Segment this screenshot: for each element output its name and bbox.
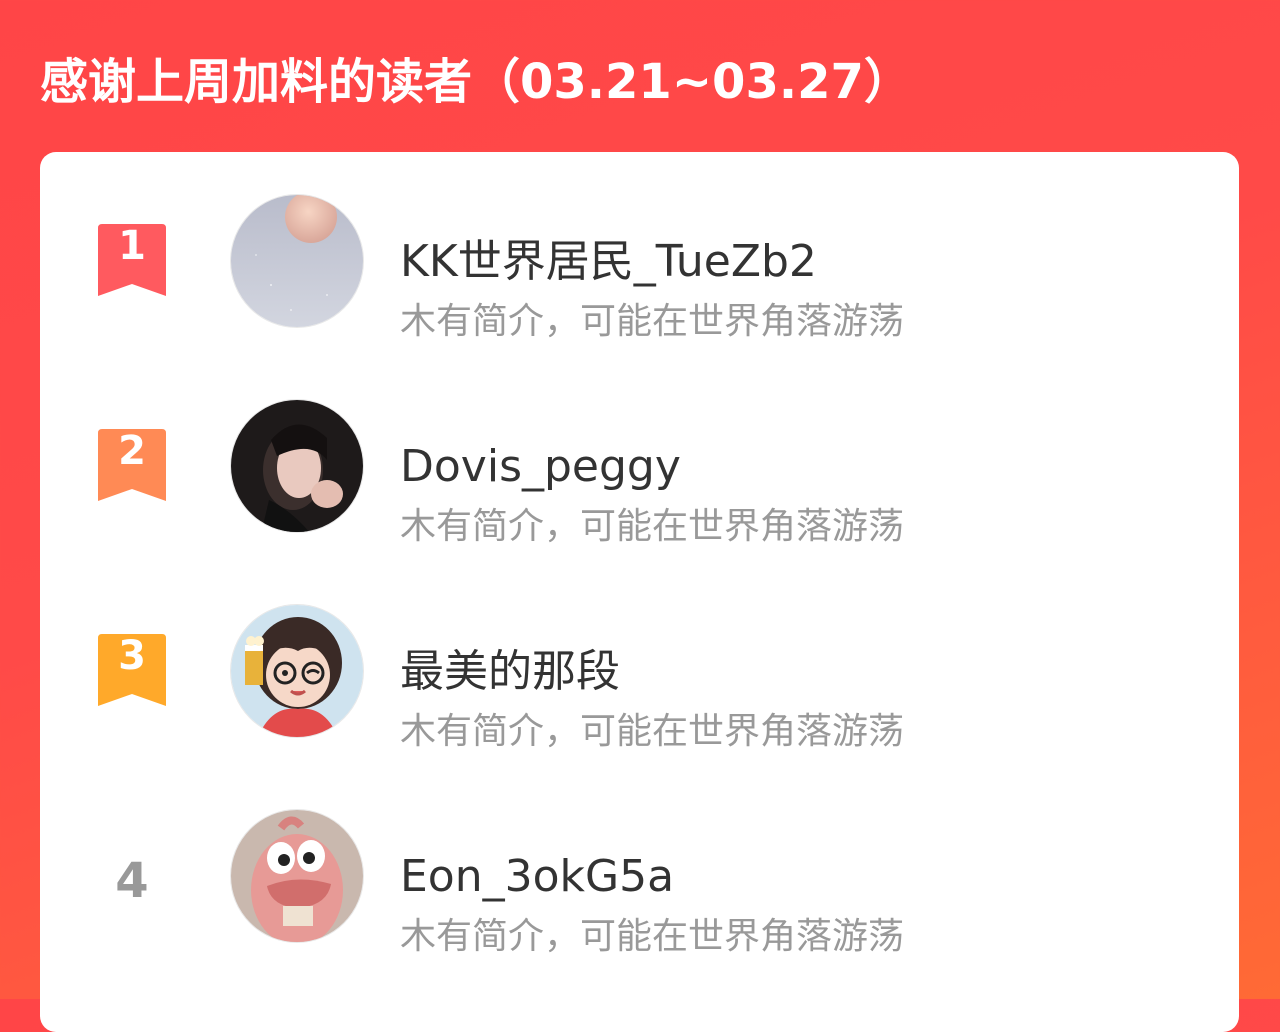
reader-description: 木有简介，可能在世界角落游荡 <box>400 711 905 752</box>
reader-description: 木有简介，可能在世界角落游荡 <box>400 506 905 547</box>
pink-creature-icon <box>231 810 363 942</box>
rank-number: 1 <box>118 223 146 269</box>
moon-sky-icon <box>231 195 363 327</box>
cartoon-girl-icon <box>231 605 363 737</box>
reader-name[interactable]: 最美的那段 <box>400 646 620 698</box>
reader-name[interactable]: Eon_3okG5a <box>400 851 674 903</box>
reader-row-4[interactable]: 4 Eon_3okG5a 木有简介，可能在世界角落游荡 <box>40 807 1239 957</box>
reader-row-3[interactable]: 3 最美的那段 木有简介，可能在世界角落游荡 <box>40 602 1239 752</box>
reader-description: 木有简介，可能在世界角落游荡 <box>400 916 905 957</box>
rank-ribbon-icon: 1 <box>98 223 166 296</box>
avatar[interactable] <box>230 809 364 943</box>
reader-row-2[interactable]: 2 Dovis_peggy 木有简介，可能在世界角落游荡 <box>40 397 1239 547</box>
reader-name[interactable]: Dovis_peggy <box>400 441 681 493</box>
rank-number: 4 <box>115 853 149 909</box>
reader-ranking-card: 1 KK世界居民_TueZb2 木有简介，可能在世界角落游荡 2 Dovis_p… <box>40 152 1239 1032</box>
avatar[interactable] <box>230 399 364 533</box>
reader-row-1[interactable]: 1 KK世界居民_TueZb2 木有简介，可能在世界角落游荡 <box>40 192 1239 342</box>
avatar[interactable] <box>230 194 364 328</box>
rank-ribbon-icon: 2 <box>98 428 166 501</box>
rank-ribbon-icon: 3 <box>98 633 166 706</box>
avatar[interactable] <box>230 604 364 738</box>
reader-name[interactable]: KK世界居民_TueZb2 <box>400 236 817 288</box>
rank-number: 3 <box>118 633 146 679</box>
rank-number: 2 <box>118 428 146 474</box>
portrait-photo-icon <box>231 400 363 532</box>
reader-description: 木有简介，可能在世界角落游荡 <box>400 301 905 342</box>
page-title: 感谢上周加料的读者（03.21~03.27） <box>40 54 912 110</box>
